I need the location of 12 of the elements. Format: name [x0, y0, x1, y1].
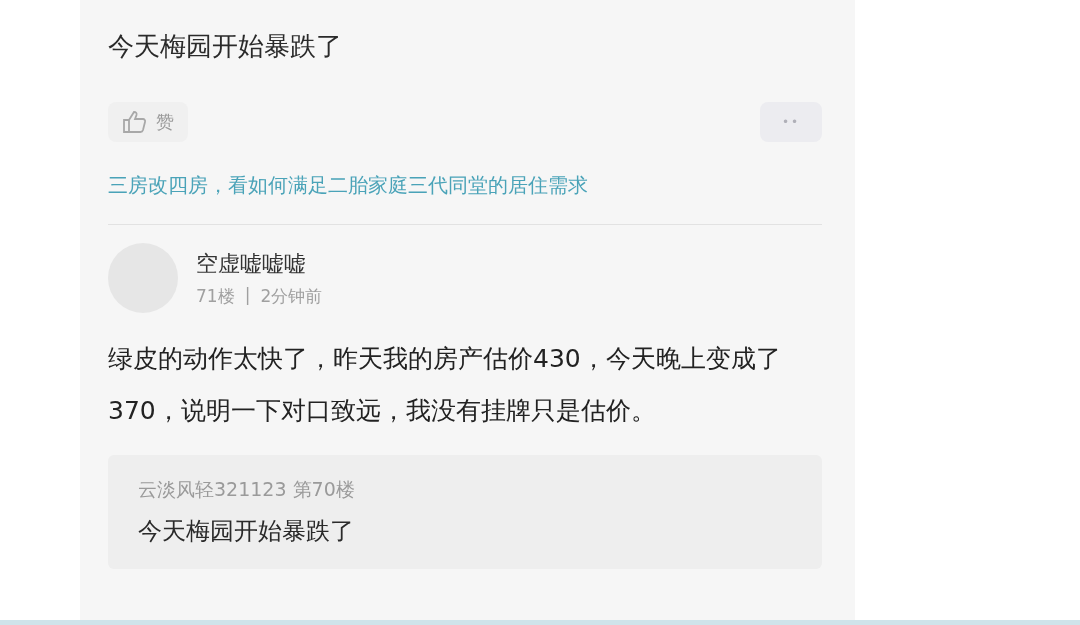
post-time: 2分钟前	[260, 284, 323, 308]
username: 空虚嘘嘘嘘	[196, 249, 307, 278]
more-button[interactable]: ••	[760, 102, 822, 142]
like-button[interactable]: 赞	[108, 102, 188, 142]
quote-author: 云淡风轻321123 第70楼	[138, 477, 356, 502]
quote-text: 今天梅园开始暴跌了	[138, 516, 355, 547]
reply-text: 绿皮的动作太快了，昨天我的房产估价430，今天晚上变成了370，说明一下对口致远，我没有挂牌只是估价。	[108, 343, 782, 427]
post-text: 今天梅园开始暴跌了	[108, 30, 343, 63]
floor-number: 71楼	[196, 284, 235, 308]
separator: |	[244, 284, 251, 307]
thumbs-up-icon	[122, 110, 148, 134]
promo-link[interactable]: 三房改四房，看如何满足二胎家庭三代同堂的居住需求	[108, 170, 822, 200]
